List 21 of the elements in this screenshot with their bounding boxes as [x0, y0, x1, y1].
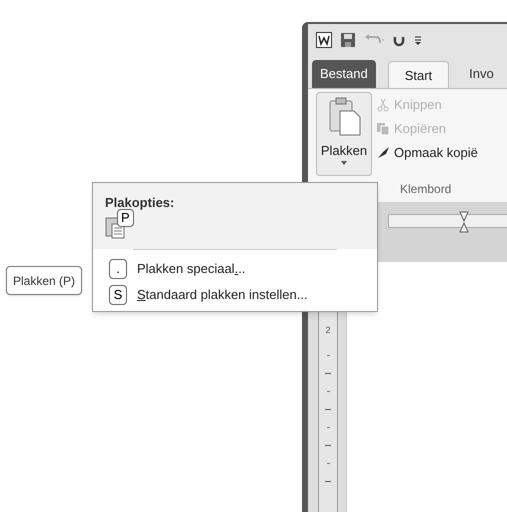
indent-marker-icon[interactable]	[459, 211, 469, 233]
copy-icon	[376, 122, 390, 136]
key-tip: S	[109, 285, 127, 305]
word-logo-icon[interactable]	[316, 32, 332, 48]
key-tip: P	[117, 208, 134, 226]
ruler-number: 2	[325, 324, 330, 337]
customize-icon[interactable]	[414, 34, 422, 46]
key-tip: .	[109, 259, 127, 279]
tooltip: Plakken (P)	[6, 266, 82, 295]
ribbon-button[interactable]: Opmaak kopië	[376, 142, 478, 164]
group-label: Klembord	[399, 181, 452, 198]
menu-item[interactable]: Plakken speciaal...	[137, 259, 246, 279]
ribbon-tab[interactable]: Invo	[461, 60, 502, 88]
menu-item[interactable]: Standaard plakken instellen...	[137, 285, 308, 305]
ribbon-tab[interactable]: Start	[388, 61, 450, 89]
file-tab[interactable]: Bestand	[312, 60, 376, 88]
dropdown-arrow-icon	[341, 160, 347, 164]
brush-icon	[376, 146, 390, 160]
paste-button[interactable]: Plakken	[316, 92, 372, 176]
scissors-icon	[376, 98, 390, 112]
save-icon[interactable]	[340, 32, 356, 48]
